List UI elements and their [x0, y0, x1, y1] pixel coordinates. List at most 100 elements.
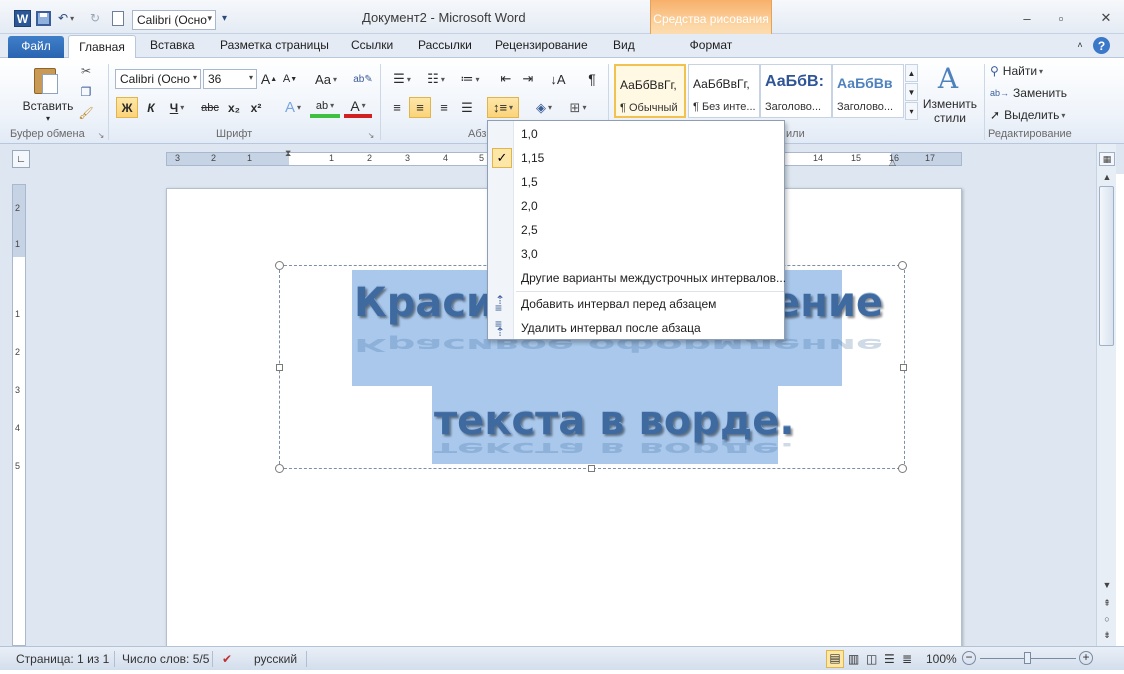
font-size-select[interactable]: 36 ▾ — [203, 69, 257, 89]
resize-handle[interactable] — [275, 464, 284, 473]
bold-button[interactable]: Ж — [116, 97, 138, 118]
align-center-icon[interactable]: ≡ — [409, 97, 431, 118]
indent-marker[interactable]: ⧗ — [285, 148, 291, 159]
scroll-down-icon[interactable]: ▼ — [1099, 578, 1115, 592]
full-screen-reading-icon[interactable]: ▥ — [848, 652, 859, 666]
draft-view-icon[interactable]: ≣ — [902, 652, 912, 666]
resize-handle[interactable] — [276, 364, 283, 371]
increase-indent-icon[interactable]: ⇥ — [518, 70, 538, 88]
line-spacing-option[interactable]: 1,5 — [488, 170, 784, 194]
align-left-icon[interactable]: ≡ — [387, 97, 407, 118]
style-heading-1[interactable]: АаБбВ: Заголово... — [760, 64, 832, 118]
tab-insert[interactable]: Вставка — [150, 38, 195, 58]
scroll-thumb[interactable] — [1099, 186, 1114, 346]
show-marks-icon[interactable]: ¶ — [582, 70, 602, 88]
zoom-level[interactable]: 100% — [926, 652, 957, 666]
zoom-slider-thumb[interactable] — [1024, 652, 1031, 664]
clear-formatting-icon[interactable]: ab✎ — [353, 70, 373, 88]
add-space-before-paragraph[interactable]: ⇡ ≡ Добавить интервал перед абзацем — [488, 292, 784, 316]
tab-view[interactable]: Вид — [613, 38, 635, 58]
bullets-icon[interactable]: ☰ ▾ — [388, 70, 416, 88]
line-spacing-option-selected[interactable]: ✓ 1,15 — [488, 146, 784, 170]
line-spacing-more-options[interactable]: Другие варианты междустрочных интервалов… — [488, 266, 786, 290]
resize-handle[interactable] — [588, 465, 595, 472]
change-case-button[interactable]: Aa ▾ — [312, 70, 340, 88]
scroll-up-icon[interactable]: ▲ — [1099, 170, 1115, 184]
multilevel-list-icon[interactable]: ≔ ▾ — [456, 70, 484, 88]
word-count[interactable]: Число слов: 5/5 — [122, 652, 209, 666]
print-layout-view-icon[interactable]: ▤ — [826, 650, 844, 668]
line-spacing-option[interactable]: 2,5 — [488, 218, 784, 242]
page-count[interactable]: Страница: 1 из 1 — [16, 652, 109, 666]
shading-icon[interactable]: ◈ ▾ — [530, 97, 558, 118]
resize-handle[interactable] — [275, 261, 284, 270]
word-app-icon[interactable]: W — [14, 10, 31, 27]
sort-icon[interactable]: ↓A — [548, 70, 568, 88]
replace-button[interactable]: ab→ Заменить — [990, 84, 1070, 102]
font-color-icon[interactable]: A ▾ — [344, 97, 372, 118]
borders-icon[interactable]: ⊞ ▾ — [564, 97, 592, 118]
clipboard-launcher-icon[interactable]: ↘ — [96, 130, 106, 140]
tab-mailings[interactable]: Рассылки — [418, 38, 472, 58]
styles-scroll-down-icon[interactable]: ▼ — [905, 83, 918, 101]
superscript-button[interactable]: x² — [246, 97, 266, 118]
wordart-line-2[interactable]: текста в ворде. — [434, 398, 795, 444]
select-button[interactable]: ➚ Выделить ▾ — [990, 106, 1076, 124]
resize-handle[interactable] — [898, 261, 907, 270]
help-icon[interactable]: ? — [1093, 37, 1110, 54]
paste-dropdown-icon[interactable]: ▾ — [40, 113, 56, 123]
redo-icon[interactable]: ↻ — [90, 9, 100, 27]
strikethrough-button[interactable]: abc — [198, 97, 222, 118]
quick-font-select[interactable]: Calibri (Осно ▾ — [132, 10, 216, 30]
customize-qat-icon[interactable]: ▾ — [222, 9, 227, 27]
find-button[interactable]: ⚲ Найти ▾ — [990, 62, 1070, 80]
new-document-icon[interactable] — [112, 11, 124, 26]
format-painter-icon[interactable]: 🖌 — [78, 105, 94, 121]
vertical-ruler[interactable]: 2 1 1 2 3 4 5 — [12, 184, 26, 646]
tab-references[interactable]: Ссылки — [351, 38, 393, 58]
minimize-button[interactable]: – — [1014, 8, 1040, 28]
tab-page-layout[interactable]: Разметка страницы — [220, 38, 329, 58]
browse-object-icon[interactable]: ○ — [1099, 612, 1115, 626]
line-spacing-option[interactable]: 2,0 — [488, 194, 784, 218]
decrease-indent-icon[interactable]: ⇤ — [496, 70, 516, 88]
justify-icon[interactable]: ☰ — [457, 97, 477, 118]
undo-icon[interactable]: ↶ ▾ — [58, 9, 74, 27]
font-launcher-icon[interactable]: ↘ — [366, 130, 376, 140]
remove-space-after-paragraph[interactable]: ≡ ⇡ Удалить интервал после абзаца — [488, 316, 784, 340]
resize-handle[interactable] — [900, 364, 907, 371]
tab-home[interactable]: Главная — [68, 35, 136, 59]
vertical-scrollbar[interactable]: ▦ ▲ ▼ ⇞ ○ ⇟ — [1096, 144, 1116, 646]
underline-button[interactable]: Ч ▾ — [164, 97, 190, 118]
line-spacing-option[interactable]: 1,0 — [488, 122, 784, 146]
right-indent-marker[interactable]: △ — [889, 157, 896, 168]
style-no-spacing[interactable]: АаБбВвГг, ¶ Без инте... — [688, 64, 760, 118]
language[interactable]: русский — [254, 652, 297, 666]
outline-view-icon[interactable]: ☰ — [884, 652, 895, 666]
next-page-icon[interactable]: ⇟ — [1099, 628, 1115, 642]
shrink-font-icon[interactable]: A ▼ — [282, 70, 298, 88]
tab-review[interactable]: Рецензирование — [495, 38, 588, 58]
web-layout-icon[interactable]: ◫ — [866, 652, 877, 666]
grow-font-icon[interactable]: A ▲ — [261, 70, 277, 88]
zoom-out-icon[interactable]: − — [962, 651, 976, 665]
styles-more-icon[interactable]: ▾ — [905, 102, 918, 120]
line-spacing-button[interactable]: ↕≡ ▾ — [487, 97, 519, 118]
text-effects-icon[interactable]: A ▾ — [280, 97, 306, 118]
previous-page-icon[interactable]: ⇞ — [1099, 596, 1115, 610]
maximize-button[interactable]: ▫ — [1048, 8, 1074, 28]
font-name-select[interactable]: Calibri (Осно ▾ — [115, 69, 201, 89]
tab-file[interactable]: Файл — [8, 36, 64, 58]
style-normal[interactable]: АаБбВвГг, ¶ Обычный — [614, 64, 686, 118]
numbering-icon[interactable]: ☷ ▾ — [422, 70, 450, 88]
align-right-icon[interactable]: ≡ — [434, 97, 454, 118]
zoom-in-icon[interactable]: + — [1079, 651, 1093, 665]
highlight-color-icon[interactable]: ab ▾ — [310, 97, 340, 118]
styles-scroll-up-icon[interactable]: ▲ — [905, 64, 918, 82]
resize-handle[interactable] — [898, 464, 907, 473]
italic-button[interactable]: К — [141, 97, 161, 118]
ruler-toggle-icon[interactable]: ▦ — [1099, 152, 1115, 166]
cut-icon[interactable]: ✂ — [78, 63, 94, 79]
copy-icon[interactable]: ❐ — [78, 84, 94, 100]
save-icon[interactable] — [36, 11, 51, 26]
